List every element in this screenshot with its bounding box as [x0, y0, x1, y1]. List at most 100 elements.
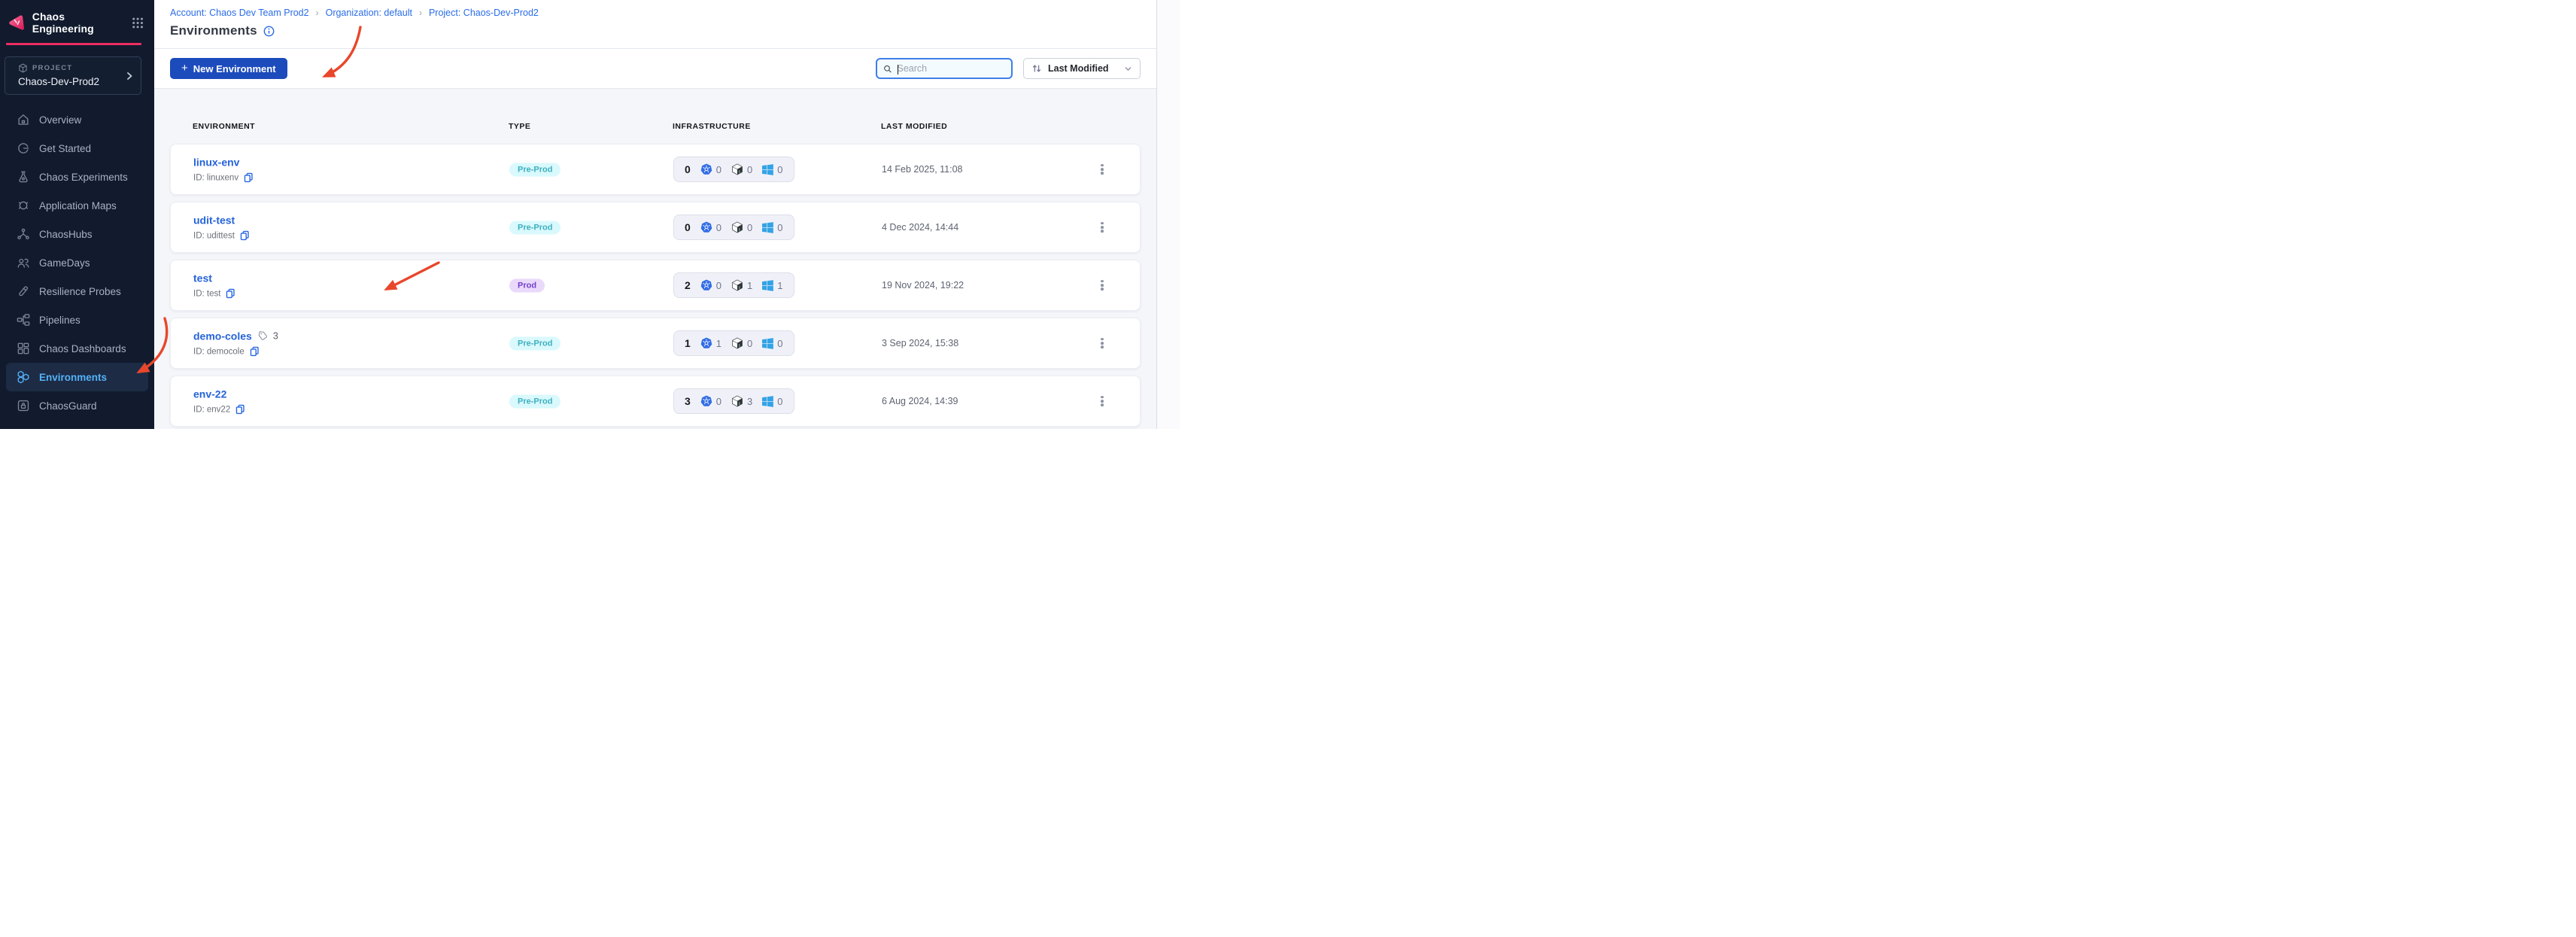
- environment-name-link[interactable]: linux-env: [193, 157, 239, 169]
- copy-icon[interactable]: [250, 346, 260, 357]
- environment-name-link[interactable]: demo-coles: [193, 330, 252, 342]
- lock-icon: [17, 400, 29, 412]
- kubernetes-count: 1: [715, 337, 722, 349]
- breadcrumb-project-link[interactable]: Project: Chaos-Dev-Prod2: [429, 8, 539, 18]
- environment-name-link[interactable]: test: [193, 272, 212, 284]
- sidebar-item-label: Get Started: [39, 142, 92, 154]
- linux-icon: $: [731, 163, 743, 175]
- tag-icon: [258, 331, 267, 340]
- kubernetes-icon: [700, 395, 712, 406]
- type-badge: Pre-Prod: [509, 336, 561, 351]
- breadcrumb-separator: ›: [315, 8, 319, 18]
- chevron-right-icon: [127, 71, 132, 80]
- row-menu-button[interactable]: [1098, 333, 1107, 353]
- windows-icon: [762, 279, 774, 291]
- linux-icon: $: [731, 221, 743, 233]
- brand-row: Chaos Engineering: [0, 0, 154, 35]
- kubernetes-count: 0: [715, 163, 722, 175]
- sidebar-item-application-maps[interactable]: Application Maps: [6, 191, 148, 220]
- sidebar: Chaos Engineering PROJECT Chaos-Dev-Prod…: [0, 0, 154, 429]
- linux-icon: $: [731, 279, 743, 291]
- sidebar-item-environments[interactable]: Environments: [6, 363, 148, 391]
- target-icon: [18, 201, 29, 210]
- sidebar-item-chaosguard[interactable]: ChaosGuard: [6, 391, 148, 420]
- kubernetes-icon: [700, 279, 712, 291]
- project-selector[interactable]: PROJECT Chaos-Dev-Prod2: [5, 56, 141, 95]
- last-modified: 4 Dec 2024, 14:44: [882, 222, 959, 233]
- sort-label: Last Modified: [1048, 63, 1109, 74]
- sidebar-item-chaos-dashboards[interactable]: Chaos Dashboards: [6, 334, 148, 363]
- sidebar-item-overview[interactable]: Overview: [6, 105, 148, 134]
- breadcrumb-separator: ›: [418, 8, 422, 18]
- copy-icon[interactable]: [235, 404, 245, 415]
- sidebar-item-chaos-experiments[interactable]: Chaos Experiments: [6, 163, 148, 191]
- table-row: test ID: test Prod 2 0 $1 1 19 Nov 2024,…: [170, 260, 1141, 311]
- windows-icon: [762, 337, 774, 349]
- info-icon[interactable]: [263, 26, 275, 37]
- sidebar-item-chaoshubs[interactable]: ChaosHubs: [6, 220, 148, 248]
- sort-dropdown[interactable]: Last Modified: [1023, 58, 1141, 79]
- dashboard-icon: [17, 342, 29, 354]
- infrastructure-counts: 1 1 $0 0: [673, 330, 794, 356]
- kubernetes-count: 0: [715, 279, 722, 291]
- row-menu-button[interactable]: [1098, 275, 1107, 295]
- windows-icon: [762, 395, 774, 407]
- sidebar-item-gamedays[interactable]: GameDays: [6, 248, 148, 277]
- copy-icon[interactable]: [240, 230, 250, 241]
- sidebar-item-label: GameDays: [39, 257, 90, 269]
- environment-name-link[interactable]: env-22: [193, 388, 226, 400]
- project-label: PROJECT: [32, 64, 73, 72]
- svg-text:$: $: [739, 286, 741, 291]
- linux-count: 0: [747, 221, 753, 233]
- sidebar-item-label: Pipelines: [39, 314, 80, 326]
- breadcrumb-organization-link[interactable]: Organization: default: [326, 8, 412, 18]
- app-grid-icon[interactable]: [132, 17, 144, 29]
- sidebar-item-label: Chaos Dashboards: [39, 342, 126, 354]
- row-menu-button[interactable]: [1098, 160, 1107, 179]
- windows-count: 0: [777, 221, 783, 233]
- windows-icon: [762, 163, 774, 175]
- linux-count: 0: [747, 337, 753, 349]
- new-environment-button[interactable]: + New Environment: [170, 58, 287, 79]
- sidebar-nav: Overview Get Started Chaos Experiments A…: [0, 105, 154, 420]
- windows-icon: [762, 221, 774, 233]
- environment-id: ID: udittest: [193, 231, 235, 240]
- copy-icon[interactable]: [244, 172, 254, 183]
- page-header: Account: Chaos Dev Team Prod2 › Organiza…: [154, 0, 1156, 49]
- table-row: udit-test ID: udittest Pre-Prod 0 0 $0 0…: [170, 202, 1141, 253]
- test-tube-icon: [19, 286, 29, 297]
- windows-count: 1: [777, 279, 783, 291]
- copy-icon[interactable]: [226, 288, 235, 299]
- windows-count: 0: [777, 395, 783, 407]
- column-header-environment: ENVIRONMENT: [193, 122, 256, 131]
- sidebar-item-label: Application Maps: [39, 199, 117, 211]
- type-badge: Pre-Prod: [509, 394, 561, 409]
- environment-id: ID: democole: [193, 347, 245, 356]
- scrollbar-track[interactable]: [1156, 0, 1180, 429]
- brand-title: Chaos Engineering: [32, 11, 94, 35]
- search-input[interactable]: [897, 63, 1005, 74]
- row-menu-button[interactable]: [1098, 391, 1107, 411]
- environment-id: ID: env22: [193, 405, 231, 414]
- kubernetes-count: 0: [715, 395, 722, 407]
- svg-text:$: $: [739, 344, 741, 348]
- sidebar-item-pipelines[interactable]: Pipelines: [6, 306, 148, 334]
- chevron-down-icon: [1125, 66, 1132, 71]
- sidebar-item-resilience-probes[interactable]: Resilience Probes: [6, 277, 148, 306]
- sidebar-item-get-started[interactable]: Get Started: [6, 134, 148, 163]
- environment-id: ID: test: [193, 289, 221, 298]
- cube-icon: [19, 63, 27, 73]
- infrastructure-counts: 0 0 $0 0: [673, 157, 794, 182]
- environment-name-link[interactable]: udit-test: [193, 214, 235, 227]
- row-menu-button[interactable]: [1098, 218, 1107, 237]
- breadcrumb-account-link[interactable]: Account: Chaos Dev Team Prod2: [170, 8, 309, 18]
- type-badge: Pre-Prod: [509, 163, 561, 177]
- infra-total-count: 0: [685, 221, 691, 233]
- flask-icon: [19, 171, 28, 183]
- windows-count: 0: [777, 337, 783, 349]
- svg-text:$: $: [739, 228, 741, 233]
- linux-count: 1: [747, 279, 753, 291]
- sidebar-item-label: Chaos Experiments: [39, 171, 128, 183]
- environment-id: ID: linuxenv: [193, 173, 239, 182]
- kubernetes-count: 0: [715, 221, 722, 233]
